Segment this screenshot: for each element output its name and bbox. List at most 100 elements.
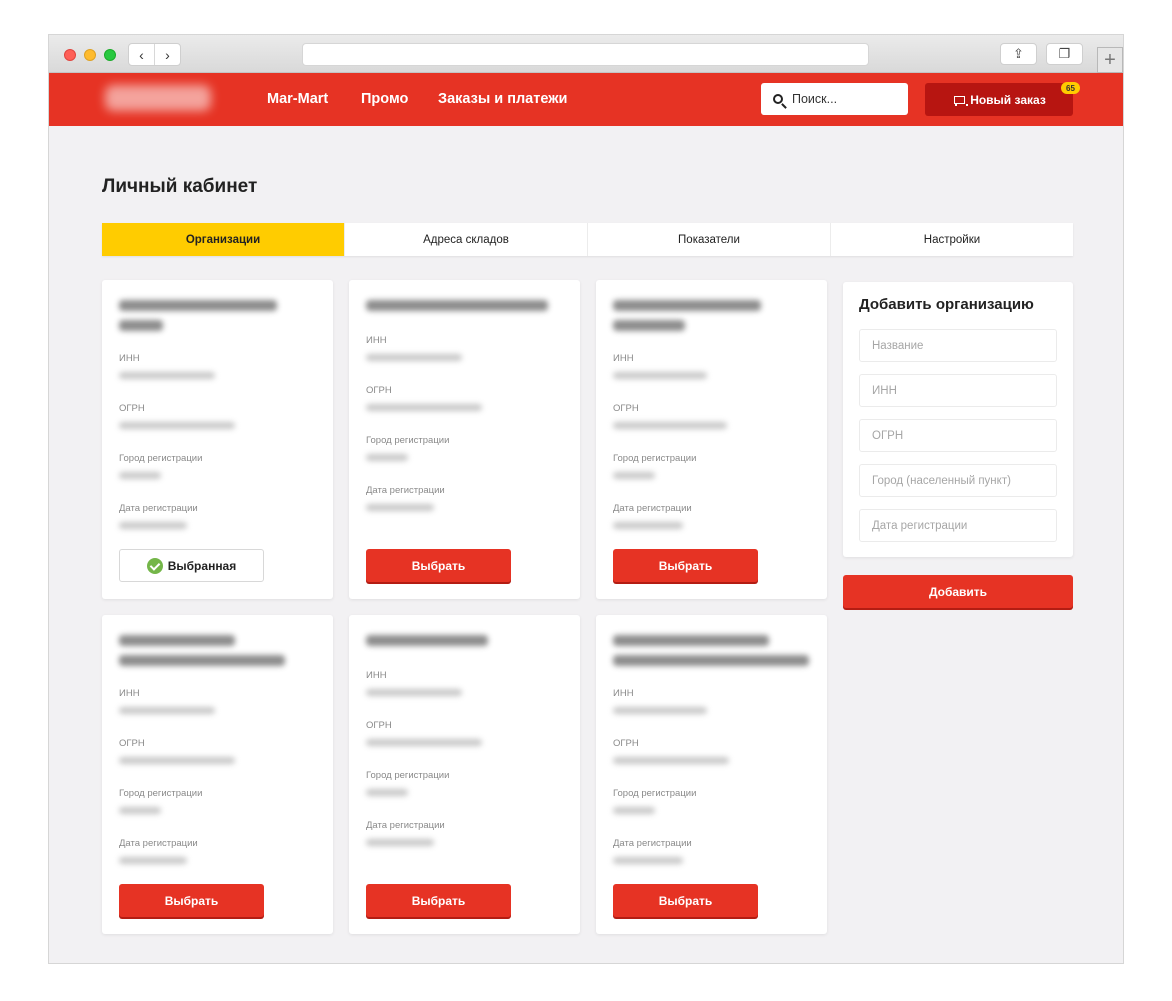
redacted-city	[119, 807, 161, 814]
redacted-date	[366, 839, 434, 846]
tab-metrics[interactable]: Показатели	[588, 223, 831, 256]
redacted-inn	[366, 354, 462, 361]
tabs-overview-icon[interactable]: ❐	[1046, 43, 1083, 65]
city-label: Город регистрации	[613, 788, 697, 799]
inn-label: ИНН	[613, 688, 634, 699]
select-button[interactable]: Выбрать	[366, 549, 511, 582]
select-button[interactable]: Выбрать	[366, 884, 511, 917]
inn-label: ИНН	[366, 670, 387, 681]
date-label: Дата регистрации	[119, 838, 198, 849]
new-tab-plus-icon[interactable]: +	[1097, 47, 1123, 73]
inn-label: ИНН	[119, 353, 140, 364]
redacted-org-name	[366, 300, 548, 311]
cart-icon	[952, 95, 969, 106]
city-label: Город регистрации	[119, 788, 203, 799]
add-organization-button[interactable]: Добавить	[843, 575, 1073, 608]
redacted-city	[613, 472, 655, 479]
city-input[interactable]	[859, 464, 1057, 497]
redacted-date	[119, 857, 187, 864]
tab-warehouse-addresses[interactable]: Адреса складов	[345, 223, 588, 256]
search-icon	[773, 94, 783, 104]
site-header: Mar-Mart Промо Заказы и платежи Новый за…	[49, 73, 1123, 126]
ogrn-label: ОГРН	[366, 385, 392, 396]
share-icon[interactable]: ⇪	[1000, 43, 1037, 65]
redacted-org-name	[613, 655, 809, 666]
cart-count-badge: 65	[1061, 82, 1080, 94]
select-button[interactable]: Выбрать	[613, 549, 758, 582]
check-circle-icon	[146, 557, 163, 574]
redacted-ogrn	[613, 757, 729, 764]
redacted-ogrn	[613, 422, 727, 429]
date-label: Дата регистрации	[366, 485, 445, 496]
redacted-ogrn	[119, 757, 235, 764]
browser-window: ‹ › ⇪ ❐ + Mar-Mart Промо Заказы и платеж…	[49, 35, 1123, 963]
new-order-button[interactable]: Новый заказ	[925, 83, 1073, 116]
close-window-button[interactable]	[64, 49, 76, 61]
add-organization-title: Добавить организацию	[859, 296, 1034, 313]
city-label: Город регистрации	[366, 435, 450, 446]
city-label: Город регистрации	[366, 770, 450, 781]
ogrn-label: ОГРН	[613, 403, 639, 414]
date-label: Дата регистрации	[613, 838, 692, 849]
tab-organizations[interactable]: Организации	[102, 223, 345, 256]
redacted-city	[613, 807, 655, 814]
redacted-ogrn	[366, 739, 482, 746]
page-title: Личный кабинет	[102, 176, 258, 197]
history-nav: ‹ ›	[128, 43, 181, 66]
redacted-org-name	[613, 635, 769, 646]
site-logo[interactable]	[105, 85, 211, 111]
ogrn-input[interactable]	[859, 419, 1057, 452]
add-organization-panel: Добавить организацию	[843, 282, 1073, 557]
organization-card: ИНН ОГРН Город регистрации Дата регистра…	[349, 280, 580, 599]
redacted-inn	[119, 372, 215, 379]
redacted-date	[119, 522, 187, 529]
nav-link-orders-payments[interactable]: Заказы и платежи	[438, 91, 567, 107]
ogrn-label: ОГРН	[119, 403, 145, 414]
back-chevron-icon[interactable]: ‹	[129, 44, 155, 65]
date-label: Дата регистрации	[119, 503, 198, 514]
browser-toolbar: ‹ › ⇪ ❐ +	[49, 35, 1123, 73]
name-input[interactable]	[859, 329, 1057, 362]
redacted-city	[366, 789, 408, 796]
organization-card: ИНН ОГРН Город регистрации Дата регистра…	[102, 280, 333, 599]
address-bar[interactable]	[302, 43, 869, 66]
organization-card: ИНН ОГРН Город регистрации Дата регистра…	[102, 615, 333, 934]
redacted-date	[613, 857, 683, 864]
new-order-label: Новый заказ	[970, 92, 1046, 107]
forward-chevron-icon[interactable]: ›	[155, 44, 180, 65]
redacted-inn	[366, 689, 462, 696]
registration-date-input[interactable]	[859, 509, 1057, 542]
redacted-date	[366, 504, 434, 511]
maximize-window-button[interactable]	[104, 49, 116, 61]
minimize-window-button[interactable]	[84, 49, 96, 61]
redacted-inn	[613, 707, 707, 714]
selected-button[interactable]: Выбранная	[119, 549, 264, 582]
select-button[interactable]: Выбрать	[119, 884, 264, 917]
inn-label: ИНН	[613, 353, 634, 364]
ogrn-label: ОГРН	[366, 720, 392, 731]
selected-label: Выбранная	[167, 558, 237, 573]
search-box	[761, 83, 908, 115]
redacted-city	[119, 472, 161, 479]
organization-card: ИНН ОГРН Город регистрации Дата регистра…	[596, 615, 827, 934]
nav-link-mar-mart[interactable]: Mar-Mart	[267, 91, 328, 107]
redacted-org-name	[366, 635, 488, 646]
inn-label: ИНН	[366, 335, 387, 346]
organization-card: ИНН ОГРН Город регистрации Дата регистра…	[596, 280, 827, 599]
redacted-inn	[613, 372, 707, 379]
tab-settings[interactable]: Настройки	[831, 223, 1073, 256]
nav-link-promo[interactable]: Промо	[361, 91, 408, 107]
tab-bar: Организации Адреса складов Показатели На…	[102, 223, 1073, 256]
redacted-ogrn	[366, 404, 482, 411]
inn-label: ИНН	[119, 688, 140, 699]
redacted-inn	[119, 707, 215, 714]
redacted-org-name	[119, 300, 277, 311]
select-button[interactable]: Выбрать	[613, 884, 758, 917]
redacted-org-name	[119, 635, 235, 646]
organization-card: ИНН ОГРН Город регистрации Дата регистра…	[349, 615, 580, 934]
redacted-ogrn	[119, 422, 235, 429]
redacted-date	[613, 522, 683, 529]
search-input[interactable]	[792, 92, 892, 106]
redacted-org-name	[119, 655, 285, 666]
inn-input[interactable]	[859, 374, 1057, 407]
